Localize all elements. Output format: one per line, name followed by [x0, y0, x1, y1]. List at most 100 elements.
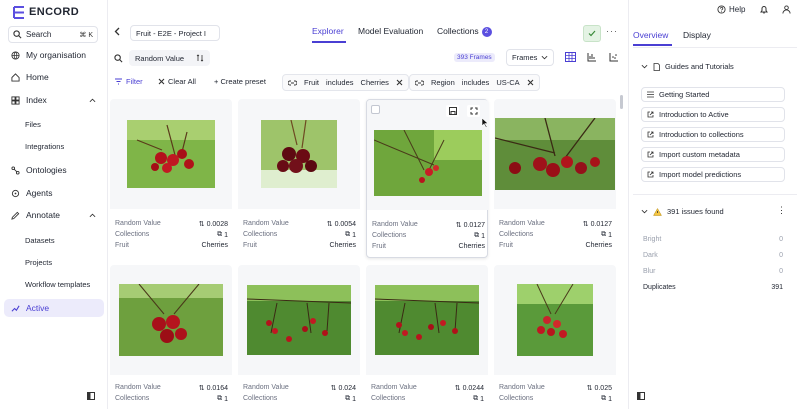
search-icon[interactable]: [114, 54, 123, 63]
sidebar-item-home[interactable]: Home: [4, 68, 104, 86]
issue-row-duplicates[interactable]: Duplicates 391: [643, 284, 783, 291]
collapse-sidebar-icon[interactable]: [87, 392, 95, 400]
guides-section-header[interactable]: Guides and Tutorials: [641, 62, 734, 71]
guide-link-getting-started[interactable]: Getting Started: [641, 87, 785, 102]
guide-link-import-metadata[interactable]: Import custom metadata: [641, 147, 785, 162]
random-value: 0.0164: [206, 384, 228, 392]
image-thumbnail[interactable]: [494, 99, 616, 209]
tab-label: Explorer: [312, 26, 344, 36]
document-icon: [653, 62, 660, 71]
tab-collections[interactable]: Collections 2: [437, 26, 492, 42]
save-icon[interactable]: [446, 105, 459, 117]
guides-title: Guides and Tutorials: [665, 62, 734, 71]
project-select[interactable]: Fruit - E2E - Project I: [130, 25, 220, 41]
sidebar-item-label: Datasets: [25, 235, 55, 245]
sidebar-item-label: Active: [26, 303, 50, 313]
random-value: 0.0127: [590, 220, 612, 228]
image-thumbnail[interactable]: [366, 265, 488, 375]
image-card[interactable]: Random Value ⇅ 0.0127 Collections ⧉ 1 Fruit C…: [494, 99, 616, 258]
collections-count: 1: [352, 395, 356, 403]
image-thumbnail[interactable]: [110, 265, 232, 375]
sidebar-item-projects[interactable]: Projects: [4, 253, 104, 271]
image-card[interactable]: Random Value ⇅ 0.0054 Collections ⧉ 1 Fruit C…: [238, 99, 360, 258]
meta-label: Collections: [499, 231, 534, 238]
collections-row: Collections ⧉ 1: [243, 231, 356, 239]
chevron-up-icon[interactable]: [89, 98, 96, 103]
issues-more-icon[interactable]: ⋮: [777, 205, 786, 216]
image-thumbnail[interactable]: [238, 265, 360, 375]
sidebar-item-annotate[interactable]: Annotate: [4, 206, 104, 224]
grid-scrollbar[interactable]: [620, 95, 623, 109]
chevron-up-icon[interactable]: [89, 213, 96, 218]
embedding-view-icon[interactable]: [609, 52, 619, 62]
fruit-row: Fruit Cherries: [372, 243, 485, 250]
filter-button[interactable]: Filter: [114, 77, 143, 86]
sidebar-item-integrations[interactable]: Integrations: [4, 137, 104, 155]
meta-label: Random Value: [115, 384, 161, 391]
issue-row-dark[interactable]: Dark 0: [643, 252, 783, 259]
filter-chip-region[interactable]: Region includes US-CA: [409, 74, 540, 91]
image-card[interactable]: Random Value ⇅ 0.0127 Collections ⧉ 1 Fruit C…: [366, 99, 489, 258]
help-button[interactable]: Help: [717, 5, 745, 14]
image-card[interactable]: Random Value ⇅ 0.024 Collections ⧉ 1: [238, 265, 360, 409]
filter-chip-fruit[interactable]: Fruit includes Cherries: [282, 74, 409, 91]
image-thumbnail[interactable]: [238, 99, 360, 209]
sidebar-item-agents[interactable]: Agents: [4, 184, 104, 202]
encord-logo[interactable]: ENCORD: [12, 5, 79, 19]
tab-display[interactable]: Display: [683, 30, 711, 40]
sort-order-icon[interactable]: [196, 54, 204, 62]
issue-row-bright[interactable]: Bright 0: [643, 236, 783, 243]
collapse-panel-icon[interactable]: [637, 392, 645, 400]
sidebar-item-my-organisation[interactable]: My organisation: [4, 46, 104, 64]
collections-count: 1: [608, 395, 612, 403]
sidebar-item-workflow-templates[interactable]: Workflow templates: [4, 275, 104, 293]
close-icon: [158, 78, 165, 85]
back-arrow-icon[interactable]: [114, 27, 121, 36]
tab-overview[interactable]: Overview: [633, 30, 668, 40]
image-thumbnail[interactable]: [110, 99, 232, 209]
confirm-button[interactable]: [583, 25, 601, 42]
select-checkbox[interactable]: [371, 105, 380, 114]
image-thumbnail[interactable]: [494, 265, 616, 375]
filter-chip-field: Region: [431, 78, 455, 87]
remove-filter-icon[interactable]: [396, 79, 403, 86]
image-card[interactable]: Random Value ⇅ 0.0028 Collections ⧉ 1 Fruit C…: [110, 99, 232, 258]
sidebar-item-files[interactable]: Files: [4, 115, 104, 133]
chart-view-icon[interactable]: [587, 52, 597, 62]
more-options-icon[interactable]: ···: [606, 26, 618, 36]
random-value: 0.024: [338, 384, 356, 392]
image-card[interactable]: Random Value ⇅ 0.0244 Collections ⧉ 1: [366, 265, 488, 409]
create-preset-button[interactable]: + Create preset: [214, 77, 266, 86]
meta-label: Random Value: [499, 220, 545, 227]
filter-icon: [115, 78, 122, 85]
sort-select[interactable]: Random Value: [129, 50, 211, 66]
remove-filter-icon[interactable]: [527, 79, 534, 86]
guide-link-import-predictions[interactable]: Import model predictions: [641, 167, 785, 182]
image-card[interactable]: Random Value ⇅ 0.0164 Collections ⧉ 1: [110, 265, 232, 409]
collections-row: Collections ⧉ 1: [115, 231, 228, 239]
sidebar-item-ontologies[interactable]: Ontologies: [4, 161, 104, 179]
expand-icon[interactable]: [467, 105, 480, 117]
image-card[interactable]: Random Value ⇅ 0.025 Collections ⧉ 1: [494, 265, 616, 409]
bell-icon[interactable]: [760, 5, 768, 14]
random-value-row: Random Value ⇅ 0.0164: [115, 384, 228, 392]
chevron-down-icon: [641, 209, 648, 214]
sidebar-item-active[interactable]: Active: [4, 299, 104, 317]
sort-icon: ⇅: [582, 221, 589, 228]
frames-select[interactable]: Frames: [506, 49, 554, 66]
grid-view-icon[interactable]: [565, 52, 576, 62]
issue-row-blur[interactable]: Blur 0: [643, 268, 783, 275]
sort-icon: ⇅: [330, 385, 337, 392]
sidebar-item-label: Files: [25, 119, 41, 129]
external-link-icon: [647, 111, 654, 118]
search-button[interactable]: Search ⌘ K: [8, 26, 98, 43]
tab-explorer[interactable]: Explorer: [312, 26, 344, 42]
guide-link-intro-active[interactable]: Introduction to Active: [641, 107, 785, 122]
issues-section-header[interactable]: 391 issues found: [641, 207, 724, 216]
sidebar-item-datasets[interactable]: Datasets: [4, 231, 104, 249]
tab-model-evaluation[interactable]: Model Evaluation: [358, 26, 423, 42]
user-icon[interactable]: [782, 5, 791, 14]
guide-link-intro-collections[interactable]: Introduction to collections: [641, 127, 785, 142]
clear-all-button[interactable]: Clear All: [158, 77, 196, 86]
sidebar-item-index[interactable]: Index: [4, 91, 104, 109]
